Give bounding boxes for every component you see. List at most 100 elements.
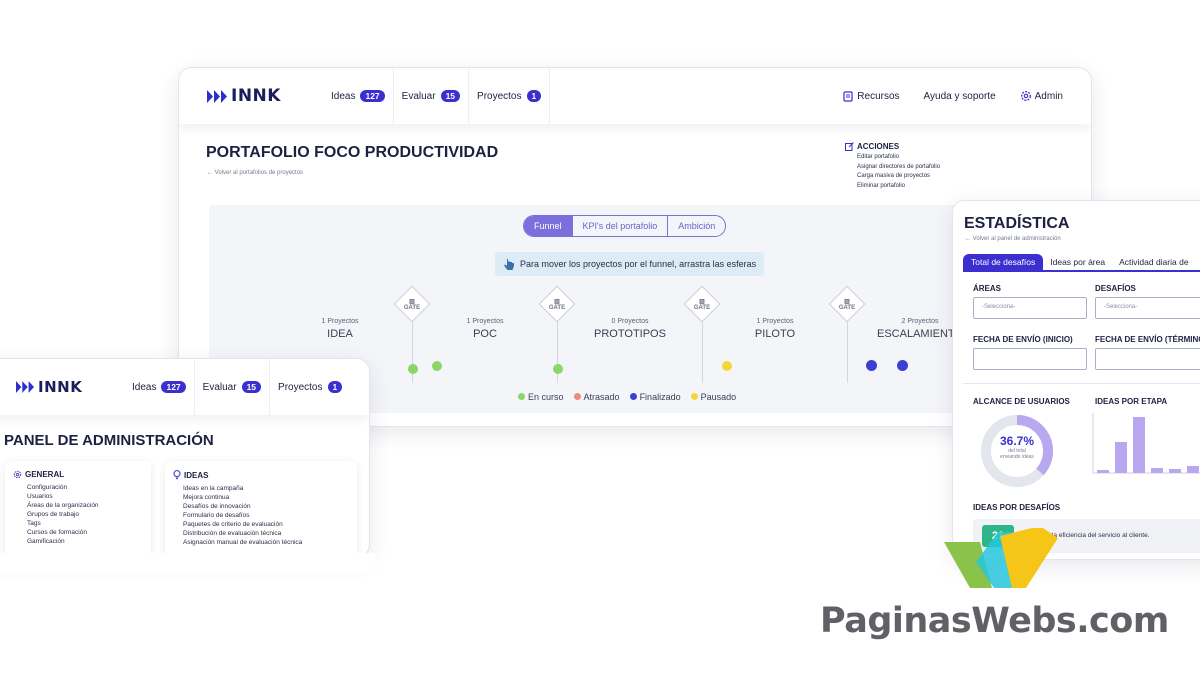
stage-count: 1 Proyectos [466, 318, 504, 325]
action-bulk-load[interactable]: Carga masiva de proyectos [857, 172, 985, 182]
nav-tab-proyectos[interactable]: Proyectos 1 [469, 68, 551, 124]
date-end-label: FECHA DE ENVÍO (TÉRMINO [1095, 335, 1200, 344]
project-sphere[interactable] [432, 361, 442, 371]
menu-item[interactable]: Grupos de trabajo [27, 510, 143, 519]
actions-title: ACCIONES [857, 142, 900, 151]
watermark-text: PaginasWebs.com [820, 601, 1169, 641]
admin-window: INNK Ideas 127 Evaluar 15 Proyectos 1 PANEL… [0, 358, 370, 558]
stats-tabs: Total de desafíos Ideas por área Activid… [963, 254, 1196, 270]
stage-name: PILOTO [754, 328, 796, 340]
menu-item[interactable]: Asignación manual de evaluación técnica [183, 538, 349, 547]
stage-bar [1187, 466, 1199, 473]
user-reach-title: ALCANCE DE USUARIOS [973, 397, 1070, 406]
back-arrow-icon: ← [965, 236, 973, 242]
menu-item[interactable]: Distribución de evaluación técnica [183, 529, 349, 538]
menu-item[interactable]: Ideas en la campaña [183, 484, 349, 493]
drag-hint: Para mover los proyectos por el funnel, … [495, 252, 765, 276]
project-sphere[interactable] [722, 361, 732, 371]
stage-name: IDEA [327, 328, 353, 340]
menu-item[interactable]: Configuración [27, 483, 143, 492]
stage-count: 1 Proyectos [321, 318, 359, 325]
legend-label: Finalizado [639, 392, 681, 402]
innk-logo[interactable]: INNK [207, 86, 317, 106]
admin-link[interactable]: Admin [1020, 90, 1063, 102]
edit-icon [845, 142, 854, 151]
segment-funnel[interactable]: Funnel [524, 216, 572, 236]
nav-tab-ideas[interactable]: Ideas 127 [317, 68, 394, 124]
stage-count: 0 Proyectos [611, 318, 649, 325]
challenges-select[interactable]: -Selecciona- [1095, 297, 1200, 319]
page-title: PORTAFOLIO FOCO PRODUCTIVIDAD [206, 144, 499, 161]
gate-icon: ▥ GATE [548, 299, 566, 311]
nav-tab-ideas[interactable]: Ideas 127 [124, 359, 195, 415]
logo-text: INNK [38, 378, 83, 396]
menu-item[interactable]: Desafíos de innovación [183, 502, 349, 511]
menu-item[interactable]: Gamificación [27, 537, 143, 546]
ideas-section: IDEAS Ideas en la campaña Mejora continu… [165, 461, 357, 557]
tab-daily-activity[interactable]: Actividad diaria de [1112, 254, 1195, 270]
stage-idea: 1 Proyectos IDEA [280, 318, 400, 340]
ideas-by-stage-title: IDEAS POR ETAPA [1095, 397, 1168, 406]
stage-bar [1097, 470, 1109, 473]
stage-bar [1115, 442, 1127, 473]
innk-logo[interactable]: INNK [16, 378, 124, 396]
general-section: GENERAL Configuración Usuarios Áreas de … [5, 461, 151, 557]
legend-en-curso: En curso [518, 392, 564, 402]
stage-bar [1133, 417, 1145, 473]
tab-total-challenges[interactable]: Total de desafíos [963, 254, 1044, 270]
project-sphere[interactable] [553, 364, 563, 374]
view-switcher: Funnel KPI's del portafolio Ambición [523, 215, 727, 237]
date-start-input[interactable] [973, 348, 1087, 370]
support-link[interactable]: Ayuda y soporte [924, 91, 996, 102]
book-icon [843, 90, 853, 102]
count-badge: 15 [440, 90, 461, 102]
date-end-input[interactable] [1095, 348, 1200, 370]
segment-kpis[interactable]: KPI's del portafolio [571, 216, 669, 236]
segment-ambition[interactable]: Ambición [668, 216, 725, 236]
nav-tab-evaluar[interactable]: Evaluar 15 [195, 359, 271, 415]
menu-item[interactable]: Áreas de la organización [27, 501, 143, 510]
count-badge: 127 [161, 381, 186, 393]
status-legend: En curso Atrasado Finalizado Pausado [518, 392, 736, 402]
nav-tab-proyectos[interactable]: Proyectos 1 [270, 359, 350, 415]
action-edit-portfolio[interactable]: Editar portafolio [857, 153, 985, 163]
ideas-by-stage-chart [1092, 413, 1200, 474]
top-navbar: INNK Ideas 127 Evaluar 15 Proyectos 1 [0, 359, 369, 415]
areas-label: ÁREAS [973, 284, 1002, 293]
resources-link[interactable]: Recursos [843, 90, 900, 102]
nav-tab-label: Proyectos [477, 90, 522, 102]
date-start-label: FECHA DE ENVÍO (INICIO) [973, 335, 1073, 344]
nav-tab-label: Proyectos [278, 381, 323, 393]
menu-item[interactable]: Formulario de desafíos [183, 511, 349, 520]
gate-label: GATE [403, 305, 421, 311]
project-sphere[interactable] [897, 360, 908, 371]
ideas-by-challenge-title: IDEAS POR DESAFÍOS [973, 503, 1061, 512]
tab-ideas-by-area[interactable]: Ideas por área [1043, 254, 1112, 270]
logo-chevrons-icon [16, 381, 34, 393]
hint-text: Para mover los proyectos por el funnel, … [520, 259, 757, 269]
menu-item[interactable]: Cursos de formación [27, 528, 143, 537]
admin-fade [0, 553, 375, 573]
project-sphere[interactable] [866, 360, 877, 371]
count-badge: 1 [327, 381, 343, 393]
nav-tab-label: Ideas [132, 381, 157, 393]
legend-label: Pausado [700, 392, 737, 402]
menu-item[interactable]: Usuarios [27, 492, 143, 501]
reach-caption: del total enviando ideas [1000, 448, 1034, 460]
project-sphere[interactable] [408, 364, 418, 374]
section-title: IDEAS [184, 470, 209, 480]
menu-item[interactable]: Tags [27, 519, 143, 528]
lightbulb-icon [173, 470, 181, 480]
back-link[interactable]: ← Volver al panel de administración [965, 236, 1061, 242]
menu-item[interactable]: Paquetes de criterio de evaluación [183, 520, 349, 529]
stage-count: 1 Proyectos [756, 318, 794, 325]
action-delete-portfolio[interactable]: Eliminar portafolio [857, 182, 985, 192]
nav-tab-evaluar[interactable]: Evaluar 15 [394, 68, 470, 124]
back-link[interactable]: ← Volver al portafolios de proyectos [207, 170, 303, 176]
menu-item[interactable]: Mejora continua [183, 493, 349, 502]
areas-select[interactable]: -Selecciona- [973, 297, 1087, 319]
admin-label: Admin [1034, 90, 1063, 102]
gate-line [847, 318, 848, 383]
back-arrow-icon: ← [207, 170, 215, 176]
action-assign-directors[interactable]: Asignar directores de portafolio [857, 163, 985, 173]
